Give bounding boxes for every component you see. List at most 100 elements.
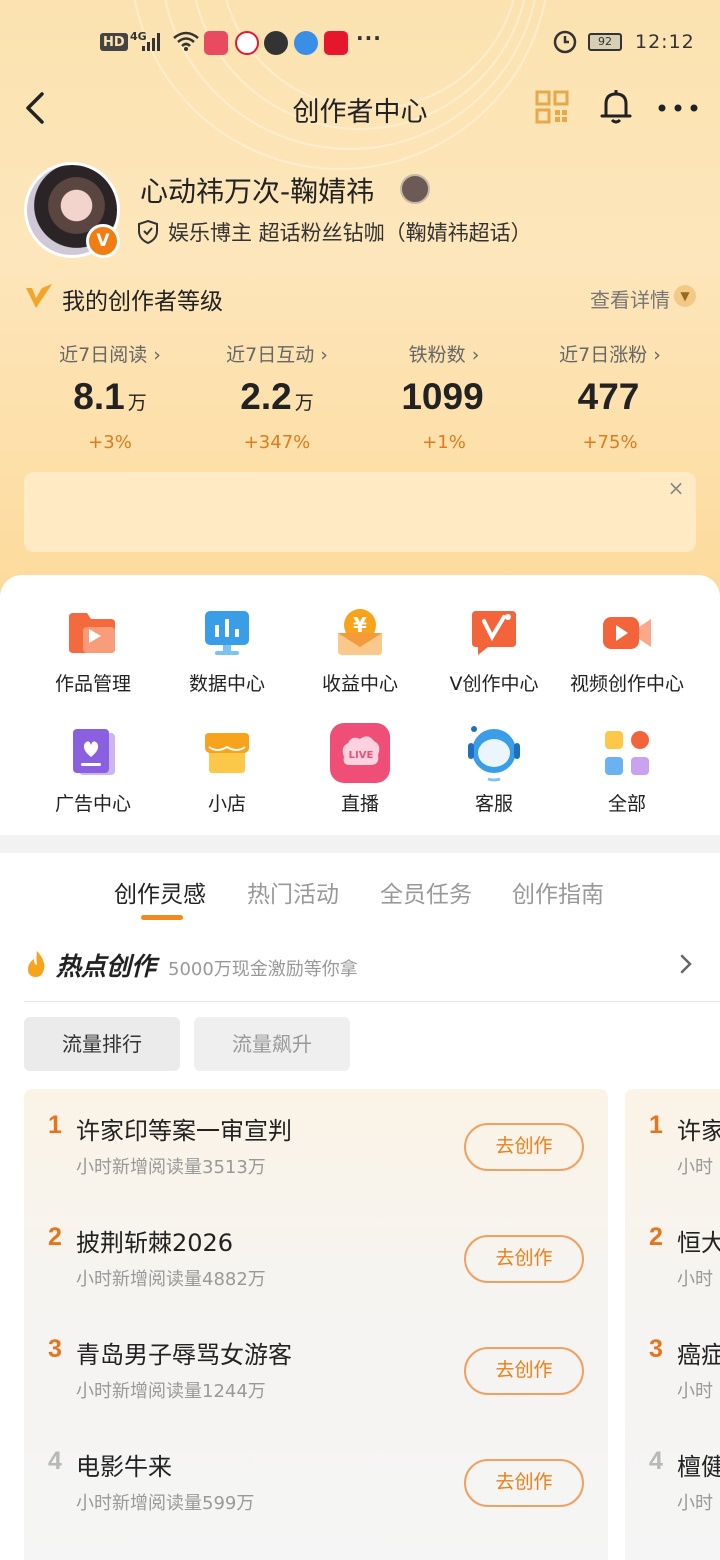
tool-data-center[interactable]: 数据中心 — [160, 603, 294, 713]
rank-number: 2 — [48, 1223, 62, 1251]
stat-label: 铁粉数 › — [408, 344, 480, 366]
tool-all[interactable]: 全部 — [560, 723, 694, 833]
pill-traffic-ranking[interactable]: 流量排行 — [24, 1017, 180, 1071]
tool-label: 客服 — [474, 793, 513, 815]
tool-customer-service[interactable]: 客服 — [427, 723, 561, 833]
stat-delta: +3% — [88, 432, 132, 453]
ranking-item[interactable]: 1 许家印等案一审宣判 小时新增阅读量3513万 去创作 — [24, 1089, 608, 1201]
browser-icon — [294, 31, 318, 55]
chevron-down-icon[interactable]: ▼ — [674, 285, 696, 307]
bell-icon[interactable] — [598, 88, 634, 126]
ad-book-icon — [73, 729, 115, 775]
close-icon[interactable]: × — [662, 474, 690, 502]
tool-v-create-center[interactable]: V创作中心 — [427, 603, 561, 713]
folder-play-icon — [69, 613, 115, 653]
ranking-item[interactable]: 3 青岛男子辱骂女游客 小时新增阅读量1244万 去创作 — [24, 1313, 608, 1425]
rank-title: 电影牛来 — [76, 1453, 172, 1481]
svg-text:LIVE: LIVE — [349, 750, 374, 761]
verification-text: 娱乐博主 超话粉丝钻咖（鞠婧祎超话） — [168, 221, 532, 245]
ranking-item[interactable]: 1 许家 小时 — [625, 1089, 720, 1201]
inspiration-section: 创作灵感 热门活动 全员任务 创作指南 热点创作 5000万现金激励等你拿 流量… — [0, 853, 720, 1560]
rank-title: 披荆斩棘2026 — [76, 1229, 234, 1257]
rank-title: 许家印等案一审宣判 — [76, 1117, 292, 1145]
tool-video-create-center[interactable]: 视频创作中心 — [560, 603, 694, 713]
divider — [24, 1001, 720, 1002]
fan-level-badge-icon — [400, 174, 430, 204]
tool-label: 视频创作中心 — [569, 673, 684, 695]
stat-7day-interactions[interactable]: 近7日互动 › 2.2 万 +347% — [187, 340, 367, 453]
alarm-icon — [553, 30, 577, 54]
tool-ad-center[interactable]: 广告中心 — [26, 723, 160, 833]
verified-v-badge: V — [86, 224, 120, 258]
headset-icon — [468, 726, 520, 782]
stat-delta: +347% — [243, 432, 311, 453]
chart-icon — [205, 611, 249, 655]
rank-number: 4 — [649, 1447, 663, 1475]
tab-inspiration[interactable]: 创作灵感 — [114, 875, 206, 909]
view-details-link[interactable]: 查看详情 — [590, 284, 670, 313]
rank-subtitle: 小时 — [677, 1269, 713, 1290]
signal-icon — [142, 33, 160, 51]
rank-number: 3 — [48, 1335, 62, 1363]
hot-creation-row[interactable]: 热点创作 5000万现金激励等你拿 — [24, 947, 720, 987]
stat-value: 477 — [577, 376, 640, 417]
creator-level-title: 我的创作者等级 — [62, 289, 223, 315]
stat-delta: +75% — [582, 432, 638, 453]
ranking-item[interactable]: 4 檀健 小时 — [625, 1425, 720, 1537]
clock: 12:12 — [635, 31, 695, 53]
status-bar: HD 4G ··· 92 12:12 — [0, 22, 720, 62]
go-create-button[interactable]: 去创作 — [464, 1235, 584, 1283]
rank-number: 1 — [649, 1111, 663, 1139]
hd-indicator: HD — [100, 33, 128, 51]
battery-indicator: 92 — [588, 33, 622, 51]
live-icon: LIVE — [330, 723, 390, 783]
stat-7day-reads[interactable]: 近7日阅读 › 8.1 万 +3% — [20, 340, 200, 453]
rank-number: 3 — [649, 1335, 663, 1363]
v-create-icon — [472, 611, 516, 655]
ranking-item[interactable]: 2 恒大 小时 — [625, 1201, 720, 1313]
tool-label: 直播 — [340, 793, 379, 815]
shop-icon — [205, 733, 249, 773]
rank-subtitle: 小时新增阅读量4882万 — [76, 1269, 266, 1290]
ranking-item[interactable]: 4 电影牛来 小时新增阅读量599万 去创作 — [24, 1425, 608, 1537]
more-icon[interactable] — [656, 88, 700, 128]
promo-banner[interactable]: × — [24, 472, 696, 552]
ranking-item[interactable]: 3 癌症 小时 — [625, 1313, 720, 1425]
wechat-icon — [264, 31, 288, 55]
tool-live[interactable]: LIVE 直播 — [293, 723, 427, 833]
pill-traffic-surge[interactable]: 流量飙升 — [194, 1017, 350, 1071]
qr-code-icon[interactable] — [535, 90, 569, 124]
go-create-button[interactable]: 去创作 — [464, 1347, 584, 1395]
rank-subtitle: 小时 — [677, 1493, 713, 1514]
tool-works-management[interactable]: 作品管理 — [26, 603, 160, 713]
rank-title: 檀健 — [677, 1453, 720, 1481]
ranking-item[interactable]: 2 披荆斩棘2026 小时新增阅读量4882万 去创作 — [24, 1201, 608, 1313]
huawei-app-icon — [204, 31, 228, 55]
chevron-right-icon[interactable] — [676, 951, 696, 977]
go-create-button[interactable]: 去创作 — [464, 1459, 584, 1507]
go-create-button[interactable]: 去创作 — [464, 1123, 584, 1171]
shop-app-icon — [324, 31, 348, 55]
tab-all-tasks[interactable]: 全员任务 — [380, 875, 472, 909]
rank-title: 青岛男子辱骂女游客 — [76, 1341, 292, 1369]
stat-delta: +1% — [422, 432, 466, 453]
rank-number: 1 — [48, 1111, 62, 1139]
yen-coin-icon: ¥ — [338, 609, 382, 655]
verification-row: 娱乐博主 超话粉丝钻咖（鞠婧祎超话） — [136, 216, 532, 248]
tool-shop[interactable]: 小店 — [160, 723, 294, 833]
tools-panel: 作品管理 数据中心 ¥ 收益中心 V创作中心 视频创作中心 广告中心 小店 LI… — [0, 575, 720, 835]
back-arrow-icon[interactable] — [18, 88, 58, 128]
tab-hot-events[interactable]: 热门活动 — [247, 875, 339, 909]
tool-revenue-center[interactable]: ¥ 收益中心 — [293, 603, 427, 713]
rank-subtitle: 小时 — [677, 1381, 713, 1402]
stat-iron-fans[interactable]: 铁粉数 › 1099 +1% — [354, 340, 534, 453]
nav-bar: 创作者中心 — [0, 80, 720, 136]
tab-guide[interactable]: 创作指南 — [512, 875, 604, 909]
rank-title: 许家 — [677, 1117, 720, 1145]
rank-number: 2 — [649, 1223, 663, 1251]
rank-number: 4 — [48, 1447, 62, 1475]
hot-creation-title: 热点创作 — [56, 952, 157, 981]
shield-check-icon — [138, 219, 158, 245]
stat-7day-new-fans[interactable]: 近7日涨粉 › 477 +75% — [520, 340, 700, 453]
creator-level-row[interactable]: 我的创作者等级 查看详情 ▼ — [24, 280, 700, 316]
